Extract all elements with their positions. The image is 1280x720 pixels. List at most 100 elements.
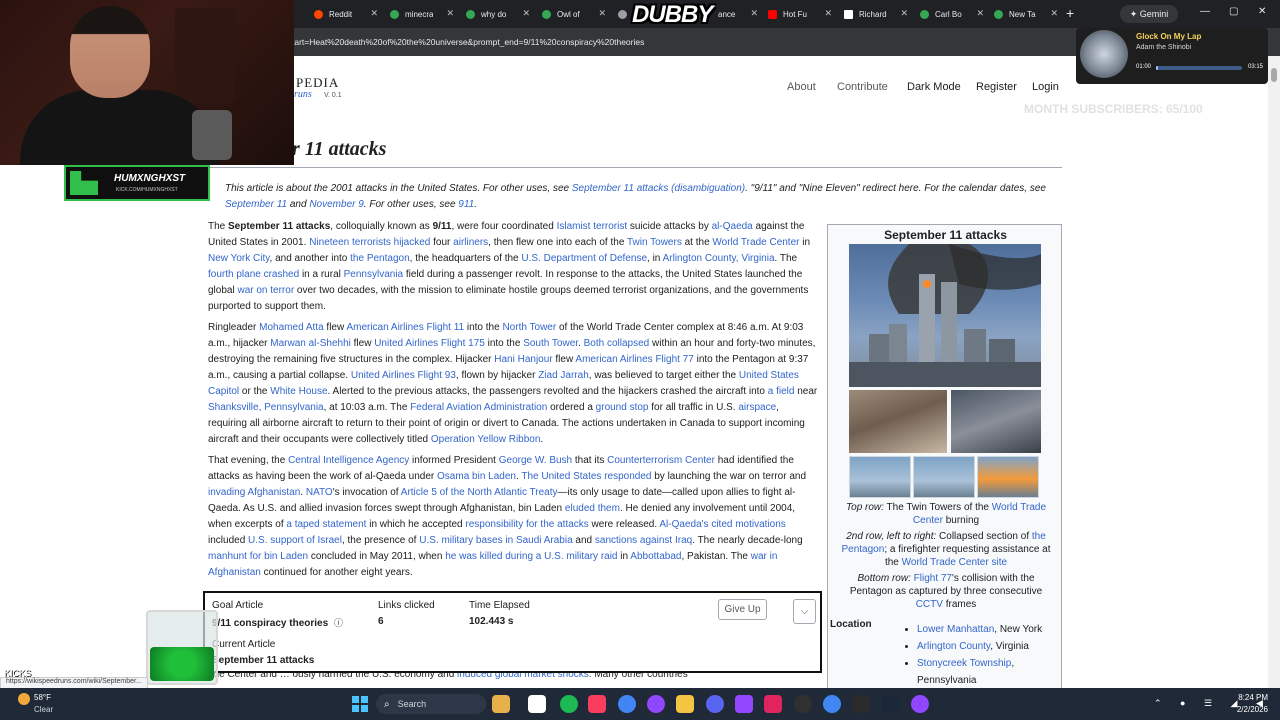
location-item[interactable]: Stonycreek Township, Pennsylvania bbox=[917, 655, 1063, 688]
firefighter-image[interactable] bbox=[951, 390, 1041, 453]
cctv-frame-image[interactable] bbox=[849, 456, 911, 498]
tab-owl-of[interactable]: Owl of ✕ bbox=[542, 5, 606, 23]
gemini-button[interactable]: ✦ Gemini bbox=[1120, 5, 1178, 23]
infobox: September 11 attacks Top row: The Twin T… bbox=[827, 224, 1062, 688]
chevron-down-icon[interactable]: ⌵ bbox=[793, 599, 816, 624]
give-up-button[interactable]: Give Up bbox=[718, 599, 767, 620]
clock-date[interactable]: 2/2/2026 bbox=[1228, 705, 1268, 714]
caption-row[interactable]: 2nd row, left to right: Collapsed sectio… bbox=[840, 530, 1052, 569]
maximize-button[interactable]: ▢ bbox=[1229, 6, 1238, 17]
twin-towers-image[interactable] bbox=[849, 244, 1041, 387]
steam-icon[interactable] bbox=[882, 695, 900, 713]
app-icon[interactable] bbox=[794, 695, 812, 713]
caption-row[interactable]: Bottom row: Flight 77's collision with t… bbox=[840, 572, 1052, 611]
article-paragraph[interactable]: The September 11 attacks, colloquially k… bbox=[208, 219, 818, 315]
tab-label: ance bbox=[718, 9, 736, 19]
close-icon[interactable]: ✕ bbox=[900, 8, 908, 19]
tab-new-ta[interactable]: New Ta ✕ bbox=[994, 5, 1058, 23]
tab-hot-fu[interactable]: Hot Fu ✕ bbox=[768, 5, 832, 23]
tab-active[interactable] bbox=[618, 5, 628, 23]
spotify-icon[interactable] bbox=[560, 695, 578, 713]
nav-register[interactable]: Register bbox=[976, 81, 1017, 93]
close-icon[interactable]: ✕ bbox=[976, 8, 984, 19]
info-icon[interactable]: ⓘ bbox=[334, 618, 343, 628]
nav-login[interactable]: Login bbox=[1032, 81, 1059, 93]
infobox-title: September 11 attacks bbox=[884, 228, 1007, 242]
weather-icon[interactable] bbox=[18, 693, 30, 705]
webcam-overlay bbox=[0, 0, 294, 165]
widgets-icon[interactable] bbox=[492, 695, 510, 713]
chrome-icon[interactable] bbox=[618, 695, 636, 713]
page-icon bbox=[618, 9, 627, 19]
caption-row[interactable]: Top row: The Twin Towers of the World Tr… bbox=[840, 501, 1052, 527]
close-icon[interactable]: ✕ bbox=[446, 8, 454, 19]
app-icon[interactable] bbox=[764, 695, 782, 713]
location-list: Lower Manhattan, New York Arlington Coun… bbox=[903, 621, 1063, 688]
new-tab-button[interactable]: + bbox=[1066, 5, 1074, 21]
microphone-icon bbox=[192, 110, 232, 160]
tab-ance[interactable]: ance ✕ bbox=[718, 5, 758, 23]
cctv-frame-image[interactable] bbox=[913, 456, 975, 498]
title-divider bbox=[208, 167, 1062, 168]
goal-article-text: 9/11 conspiracy theories bbox=[212, 618, 329, 629]
twitch-icon[interactable] bbox=[911, 695, 929, 713]
nav-about[interactable]: About bbox=[787, 81, 816, 93]
weather-desc[interactable]: Clear bbox=[34, 705, 53, 714]
minimize-button[interactable]: — bbox=[1200, 6, 1210, 17]
location-item[interactable]: Arlington County, Virginia bbox=[917, 638, 1063, 655]
twitch-icon[interactable] bbox=[647, 695, 665, 713]
taskbar-search[interactable]: ⌕ Search bbox=[376, 694, 486, 714]
goal-label: Goal Article bbox=[212, 600, 264, 611]
tab-label: Owl of bbox=[557, 9, 580, 19]
tab-richard[interactable]: Richard ✕ bbox=[844, 5, 908, 23]
search-placeholder: Search bbox=[397, 699, 427, 709]
scrollbar-thumb[interactable] bbox=[1271, 68, 1277, 82]
url-text[interactable]: tart=Heat%20death%20of%20the%20universe&… bbox=[292, 37, 644, 47]
nav-contribute[interactable]: Contribute bbox=[837, 81, 888, 93]
kicks-jar bbox=[146, 610, 218, 685]
close-window-button[interactable]: ✕ bbox=[1258, 6, 1266, 17]
tab-reddit[interactable]: Reddit ✕ bbox=[314, 5, 378, 23]
close-icon[interactable]: ✕ bbox=[370, 8, 378, 19]
close-icon[interactable]: ✕ bbox=[824, 8, 832, 19]
streamer-name: HUMXNGHXST bbox=[114, 173, 186, 184]
hatnote[interactable]: This article is about the 2001 attacks i… bbox=[225, 181, 1055, 213]
streamer-badge: HUMXNGHXST KICK.COM/HUMXNGHXST bbox=[64, 165, 210, 201]
terminal-icon[interactable] bbox=[852, 695, 870, 713]
tab-carl-bo[interactable]: Carl Bo ✕ bbox=[920, 5, 984, 23]
song-artist: Adam the Shinobi bbox=[1136, 44, 1192, 51]
google-icon bbox=[466, 9, 475, 19]
close-icon[interactable]: ✕ bbox=[598, 8, 606, 19]
weather-temp[interactable]: 58°F bbox=[34, 693, 51, 702]
tab-minecraft[interactable]: minecra ✕ bbox=[390, 5, 454, 23]
song-progress-fill bbox=[1156, 66, 1158, 70]
file-explorer-icon[interactable] bbox=[676, 695, 694, 713]
windows-start-icon[interactable] bbox=[352, 696, 368, 712]
clock-time[interactable]: 8:24 PM bbox=[1236, 693, 1268, 702]
kick-logo-icon bbox=[70, 171, 98, 195]
cctv-frame-image[interactable] bbox=[977, 456, 1039, 498]
music-app-icon[interactable] bbox=[588, 695, 606, 713]
article-paragraph[interactable]: Ringleader Mohamed Atta flew American Ai… bbox=[208, 320, 818, 448]
poster-image bbox=[175, 8, 235, 103]
tab-label: minecra bbox=[405, 9, 434, 19]
chrome-icon[interactable] bbox=[823, 695, 841, 713]
article-paragraph[interactable]: That evening, the Central Intelligence A… bbox=[208, 453, 818, 581]
close-icon[interactable]: ✕ bbox=[750, 8, 758, 19]
task-view-icon[interactable] bbox=[528, 695, 546, 713]
pentagon-image[interactable] bbox=[849, 390, 947, 453]
song-progress-bar bbox=[1156, 66, 1242, 70]
close-icon[interactable]: ✕ bbox=[522, 8, 530, 19]
nav-dark-mode[interactable]: Dark Mode bbox=[907, 81, 961, 93]
goal-article: 9/11 conspiracy theories ⓘ bbox=[212, 616, 343, 629]
close-icon[interactable]: ✕ bbox=[1050, 8, 1058, 19]
album-art bbox=[1080, 30, 1128, 78]
screen: Reddit ✕ minecra ✕ why do ✕ Owl of ✕ anc… bbox=[0, 0, 1280, 720]
page-title: r 11 attacks bbox=[292, 138, 387, 160]
location-item[interactable]: Lower Manhattan, New York bbox=[917, 621, 1063, 638]
obs-icon[interactable] bbox=[735, 695, 753, 713]
discord-icon[interactable] bbox=[706, 695, 724, 713]
google-icon bbox=[994, 9, 1003, 19]
tab-why-do[interactable]: why do ✕ bbox=[466, 5, 530, 23]
scrollbar[interactable] bbox=[1268, 56, 1280, 688]
